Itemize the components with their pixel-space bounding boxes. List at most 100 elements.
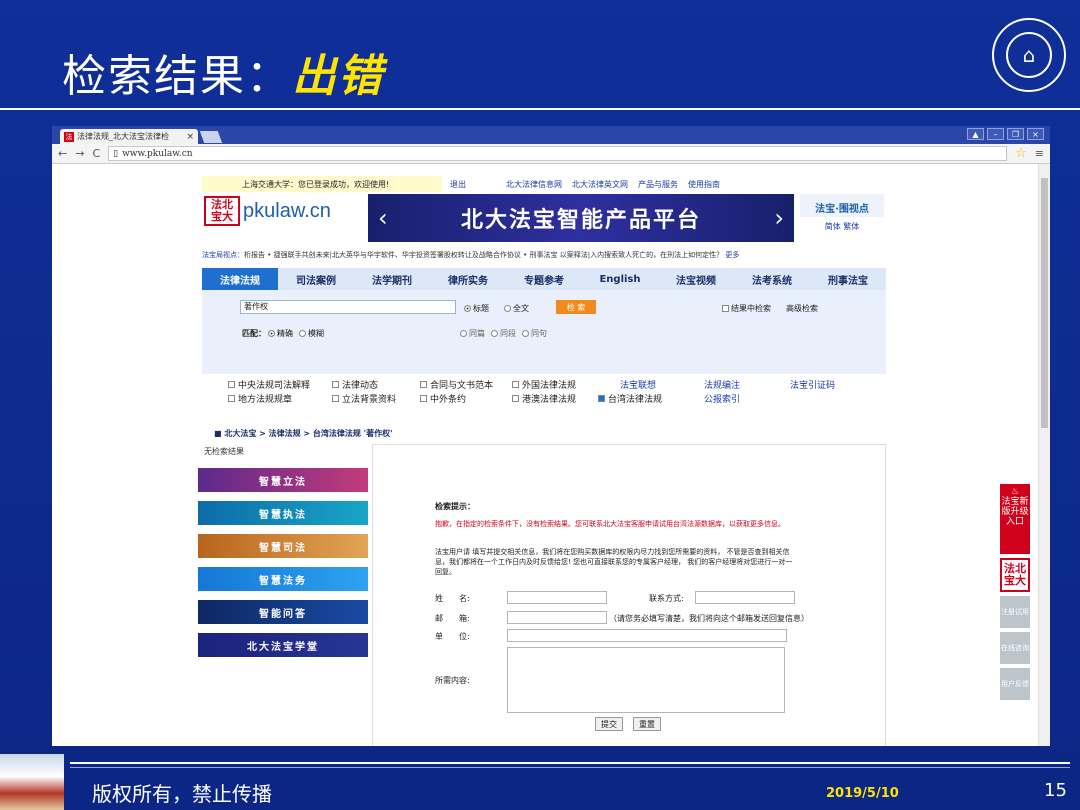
db-checkbox[interactable] — [332, 395, 339, 402]
in-result-checkbox[interactable] — [722, 305, 729, 312]
contact-field[interactable] — [695, 591, 795, 604]
register-trial-button[interactable]: 注册试用 — [1000, 596, 1030, 628]
email-label: 邮 箱: — [435, 614, 470, 623]
db-checkbox[interactable] — [228, 381, 235, 388]
back-icon[interactable]: ← — [58, 147, 67, 160]
db-checkbox[interactable] — [228, 395, 235, 402]
side-item-legal-affairs[interactable]: 智慧法务 — [198, 567, 368, 591]
scroll-thumb[interactable] — [1041, 178, 1048, 428]
slide-title-highlight: 出错 — [292, 51, 384, 102]
side-item-enforcement[interactable]: 智慧执法 — [198, 501, 368, 525]
nav-topics[interactable]: 专题参考 — [506, 268, 582, 290]
top-link[interactable]: 产品与服务 — [638, 179, 678, 190]
db-link[interactable]: 公报索引 — [704, 392, 740, 405]
db-option[interactable]: 港澳法律法规 — [512, 392, 576, 405]
content-textarea[interactable] — [507, 647, 785, 713]
user-feedback-button[interactable]: 用户反馈 — [1000, 668, 1030, 700]
search-panel: 著作权 标题 全文 检 索 结果中检索 高级检索 匹配： 精确 模糊 同篇 同段… — [202, 290, 886, 374]
db-link[interactable]: 法宝引证码 — [790, 378, 835, 391]
reset-button[interactable]: 重置 — [633, 717, 661, 731]
fabao-view-promo[interactable]: 法宝·围视点 简体 繁体 — [800, 194, 884, 242]
slide-title-prefix: 检索结果： — [62, 51, 292, 102]
db-checkbox-checked[interactable] — [598, 395, 605, 402]
tab-close-icon[interactable]: × — [186, 132, 194, 142]
database-options: 中央法规司法解释 法律动态 合同与文书范本 外国法律法规 法宝联想 法规编注 法… — [202, 374, 886, 414]
db-checkbox[interactable] — [512, 395, 519, 402]
upgrade-entry[interactable]: ♨ 法宝新版升级入口 — [1000, 484, 1030, 554]
nav-criminal[interactable]: 刑事法宝 — [810, 268, 886, 290]
top-link[interactable]: 北大法律英文网 — [572, 179, 628, 190]
search-button[interactable]: 检 索 — [556, 300, 596, 314]
match-exact-label: 精确 — [277, 329, 293, 338]
user-button[interactable]: ▲ — [967, 128, 984, 140]
banner-prev-icon[interactable]: ‹ — [378, 204, 388, 232]
site-logo[interactable]: 法北宝大 pkulaw.cn — [204, 196, 331, 226]
news-text[interactable]: 析报告 • 捷强联手共创未来|北大英华与华宇软件、华宇投资签署股权转让及战略合作… — [244, 251, 723, 259]
db-option-taiwan[interactable]: 台湾法律法规 — [598, 392, 662, 405]
page-scrollbar[interactable] — [1038, 164, 1050, 746]
side-item-qa[interactable]: 智能问答 — [198, 600, 368, 624]
browser-tab[interactable]: 法 法律法规_北大法宝法律检 × — [60, 129, 198, 144]
email-field[interactable] — [507, 611, 607, 624]
radio-exact[interactable] — [268, 330, 275, 337]
radio-scope[interactable] — [460, 330, 467, 337]
language-switch[interactable]: 简体 繁体 — [800, 221, 884, 232]
db-checkbox[interactable] — [332, 381, 339, 388]
url-input[interactable]: ▯ www.pkulaw.cn — [108, 146, 1008, 161]
fabao-logo[interactable]: 法北宝大 — [1000, 558, 1030, 592]
reload-icon[interactable]: C — [92, 147, 100, 160]
db-link[interactable]: 法宝联想 — [620, 378, 656, 391]
db-option[interactable]: 法律动态 — [332, 378, 378, 391]
nav-journals[interactable]: 法学期刊 — [354, 268, 430, 290]
name-field[interactable] — [507, 591, 607, 604]
bookmark-star-icon[interactable]: ☆ — [1015, 146, 1027, 161]
top-link[interactable]: 使用指南 — [688, 179, 720, 190]
banner-next-icon[interactable]: › — [774, 204, 784, 232]
advanced-search-link[interactable]: 高级检索 — [786, 303, 818, 314]
nav-practice[interactable]: 律所实务 — [430, 268, 506, 290]
online-consult-button[interactable]: 在线咨询 — [1000, 632, 1030, 664]
upgrade-label: 法宝新版升级入口 — [1001, 497, 1029, 527]
db-option[interactable]: 外国法律法规 — [512, 378, 576, 391]
news-more-link[interactable]: 更多 — [725, 251, 739, 259]
close-window-button[interactable]: × — [1027, 128, 1044, 140]
nav-laws[interactable]: 法律法规 — [202, 268, 278, 290]
nav-exam[interactable]: 法考系统 — [734, 268, 810, 290]
right-float-bar: ♨ 法宝新版升级入口 法北宝大 注册试用 在线咨询 用户反馈 — [1000, 484, 1030, 700]
db-option[interactable]: 合同与文书范本 — [420, 378, 493, 391]
nav-english[interactable]: English — [582, 268, 658, 290]
menu-icon[interactable]: ≡ — [1035, 147, 1044, 160]
side-item-legislation[interactable]: 智慧立法 — [198, 468, 368, 492]
forward-icon[interactable]: → — [75, 147, 84, 160]
radio-fuzzy[interactable] — [299, 330, 306, 337]
nav-video[interactable]: 法宝视频 — [658, 268, 734, 290]
search-input[interactable]: 著作权 — [240, 300, 456, 314]
top-links: 退出 北大法律信息网 北大法律英文网 产品与服务 使用指南 — [450, 176, 720, 192]
db-option[interactable]: 中央法规司法解释 — [228, 378, 310, 391]
logout-link[interactable]: 退出 — [450, 179, 466, 190]
db-option[interactable]: 立法背景资料 — [332, 392, 396, 405]
radio-title[interactable] — [464, 305, 471, 312]
opt-title[interactable]: 标题 — [464, 303, 489, 314]
in-result-option[interactable]: 结果中检索 — [722, 303, 771, 314]
radio-scope[interactable] — [522, 330, 529, 337]
breadcrumb: ■ 北大法宝 > 法律法规 > 台湾法律法规 '著作权' — [214, 429, 393, 438]
db-checkbox[interactable] — [420, 395, 427, 402]
side-item-academy[interactable]: 北大法宝学堂 — [198, 633, 368, 657]
db-checkbox[interactable] — [512, 381, 519, 388]
nav-cases[interactable]: 司法案例 — [278, 268, 354, 290]
db-option[interactable]: 地方法规规章 — [228, 392, 292, 405]
org-field[interactable] — [507, 629, 787, 642]
db-option[interactable]: 中外条约 — [420, 392, 466, 405]
top-link[interactable]: 北大法律信息网 — [506, 179, 562, 190]
db-link[interactable]: 法规编注 — [704, 378, 740, 391]
minimize-button[interactable]: – — [987, 128, 1004, 140]
radio-scope[interactable] — [491, 330, 498, 337]
maximize-button[interactable]: ❐ — [1007, 128, 1024, 140]
radio-fulltext[interactable] — [504, 305, 511, 312]
submit-button[interactable]: 提交 — [595, 717, 623, 731]
db-checkbox[interactable] — [420, 381, 427, 388]
opt-fulltext[interactable]: 全文 — [504, 303, 529, 314]
side-item-judiciary[interactable]: 智慧司法 — [198, 534, 368, 558]
new-tab-button[interactable] — [199, 131, 223, 143]
